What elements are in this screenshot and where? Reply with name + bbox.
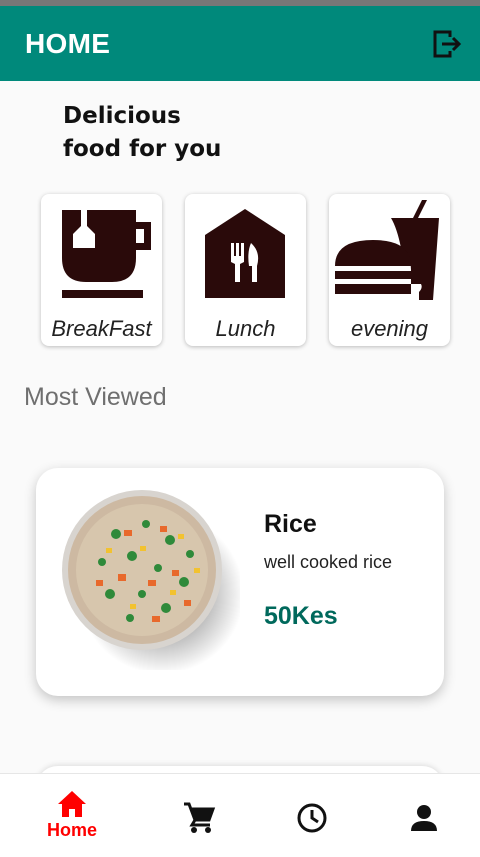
category-label: BreakFast (51, 316, 152, 341)
cart-icon (184, 802, 216, 833)
food-image (62, 490, 240, 670)
logout-button[interactable] (430, 24, 464, 64)
nav-profile[interactable] (364, 774, 480, 857)
category-label: Lunch (215, 316, 276, 341)
food-description: well cooked rice (264, 552, 393, 572)
headline-line-2: food for you (63, 136, 222, 162)
bottom-navigation: Home (0, 773, 480, 857)
nav-cart[interactable] (139, 774, 259, 857)
app-bar: HOME (0, 6, 480, 81)
category-label: evening (350, 316, 429, 341)
food-card[interactable]: Rice well cooked rice 50Kes (36, 468, 444, 696)
page-title: HOME (25, 27, 111, 59)
nav-home[interactable]: Home (12, 774, 132, 857)
coffee-cup-icon (62, 210, 151, 298)
logout-icon (433, 30, 462, 57)
restaurant-house-icon (205, 209, 285, 298)
headline-line-1: Delicious (63, 103, 181, 129)
food-name: Rice (264, 510, 317, 538)
food-price: 50Kes (264, 602, 338, 630)
category-lunch[interactable]: Lunch (185, 194, 306, 346)
home-icon (58, 791, 86, 817)
fastfood-icon (335, 200, 439, 300)
headline: Delicious food for you (63, 100, 323, 166)
category-row: BreakFast Lunch evening (41, 194, 451, 346)
clock-icon (297, 803, 327, 833)
category-evening[interactable]: evening (329, 194, 450, 346)
category-breakfast[interactable]: BreakFast (41, 194, 162, 346)
nav-home-label: Home (46, 820, 97, 840)
person-icon (411, 805, 437, 831)
nav-history[interactable] (252, 774, 372, 857)
section-title-most-viewed: Most Viewed (24, 383, 167, 411)
